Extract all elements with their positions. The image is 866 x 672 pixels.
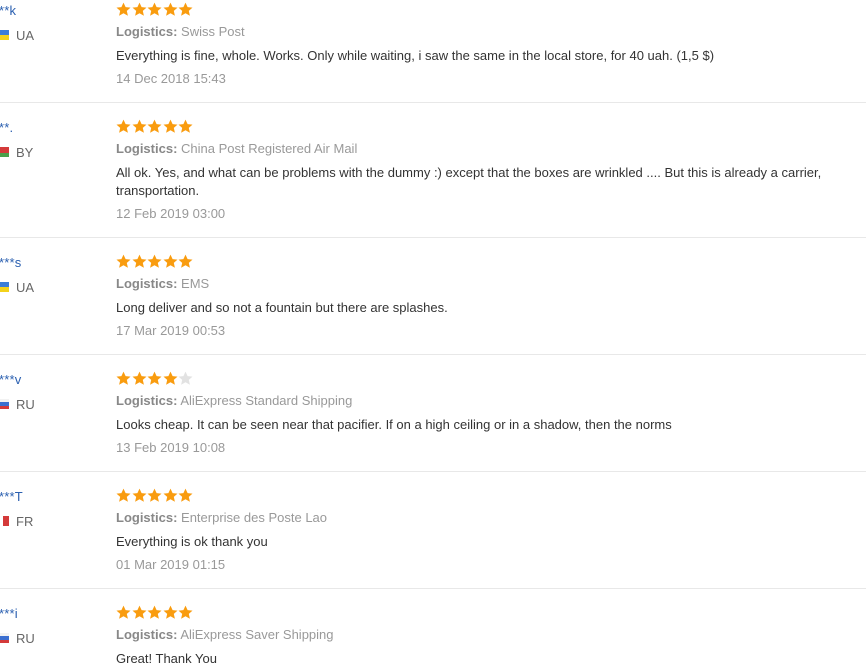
logistics-label: Logistics: xyxy=(116,510,178,525)
star-filled-icon xyxy=(116,488,131,503)
star-filled-icon xyxy=(132,254,147,269)
logistics-line: Logistics: China Post Registered Air Mai… xyxy=(116,141,357,157)
logistics-label: Logistics: xyxy=(116,276,178,291)
country-code: UA xyxy=(16,279,35,295)
review-date: 17 Mar 2019 00:53 xyxy=(116,323,226,338)
logistics-value: EMS xyxy=(181,276,210,291)
review-text: Looks cheap. It can be seen near that pa… xyxy=(116,417,672,432)
review-divider xyxy=(0,588,866,589)
reviewer-country: RU xyxy=(0,396,35,412)
flag-ua-icon xyxy=(0,30,9,40)
star-filled-icon xyxy=(163,254,178,269)
flag-ru-icon xyxy=(0,633,9,643)
reviewer-name[interactable]: **. xyxy=(0,120,13,136)
star-rating xyxy=(116,119,194,135)
reviewer-name[interactable]: ***T xyxy=(0,489,23,505)
star-filled-icon xyxy=(178,254,193,269)
reviewer-name[interactable]: ***i xyxy=(0,606,18,622)
star-filled-icon xyxy=(147,371,162,386)
flag-by-icon xyxy=(0,147,9,157)
star-filled-icon xyxy=(178,119,193,134)
star-filled-icon xyxy=(132,488,147,503)
star-filled-icon xyxy=(178,2,193,17)
reviewer-name[interactable]: ***s xyxy=(0,255,21,271)
reviewer-country: BY xyxy=(0,144,34,160)
country-code: UA xyxy=(16,27,35,43)
logistics-value: AliExpress Saver Shipping xyxy=(180,627,334,642)
flag-ua-icon xyxy=(0,282,9,292)
star-filled-icon xyxy=(116,119,131,134)
reviewer-country: FR xyxy=(0,513,34,529)
star-filled-icon xyxy=(132,119,147,134)
star-filled-icon xyxy=(147,605,162,620)
flag-fr-icon xyxy=(0,516,9,526)
review-text: All ok. Yes, and what can be problems wi… xyxy=(116,165,822,198)
country-code: BY xyxy=(16,144,34,160)
logistics-label: Logistics: xyxy=(116,24,178,39)
logistics-value: Swiss Post xyxy=(181,24,245,39)
star-rating xyxy=(116,371,194,387)
logistics-label: Logistics: xyxy=(116,393,178,408)
review-date: 13 Feb 2019 10:08 xyxy=(116,440,226,455)
review-text: Everything is ok thank you xyxy=(116,534,268,549)
star-rating xyxy=(116,2,194,18)
reviewer-country: RU xyxy=(0,630,35,646)
star-filled-icon xyxy=(163,371,178,386)
star-filled-icon xyxy=(116,2,131,17)
star-filled-icon xyxy=(116,371,131,386)
star-filled-icon xyxy=(132,371,147,386)
star-empty-icon xyxy=(178,371,193,386)
review-date: 12 Feb 2019 03:00 xyxy=(116,206,226,221)
flag-ru-icon xyxy=(0,399,9,409)
reviewer-name[interactable]: ***v xyxy=(0,372,21,388)
logistics-line: Logistics: Swiss Post xyxy=(116,24,245,40)
star-filled-icon xyxy=(147,2,162,17)
star-filled-icon xyxy=(163,488,178,503)
review-text: Great! Thank You xyxy=(116,651,217,666)
review-divider xyxy=(0,237,866,238)
star-filled-icon xyxy=(147,254,162,269)
logistics-line: Logistics: EMS xyxy=(116,276,209,292)
reviewer-name[interactable]: **k xyxy=(0,3,16,19)
star-filled-icon xyxy=(163,2,178,17)
star-rating xyxy=(116,605,194,621)
star-rating xyxy=(116,488,194,504)
star-filled-icon xyxy=(132,2,147,17)
review-divider xyxy=(0,102,866,103)
review-text: Everything is fine, whole. Works. Only w… xyxy=(116,48,715,63)
review-text: Long deliver and so not a fountain but t… xyxy=(116,300,448,315)
logistics-value: AliExpress Standard Shipping xyxy=(180,393,353,408)
review-divider xyxy=(0,471,866,472)
star-filled-icon xyxy=(132,605,147,620)
star-filled-icon xyxy=(116,605,131,620)
country-code: RU xyxy=(16,396,35,412)
logistics-line: Logistics: AliExpress Saver Shipping xyxy=(116,627,334,643)
review-date: 01 Mar 2019 01:15 xyxy=(116,557,226,572)
logistics-value: China Post Registered Air Mail xyxy=(181,141,358,156)
logistics-line: Logistics: AliExpress Standard Shipping xyxy=(116,393,352,409)
star-filled-icon xyxy=(147,488,162,503)
review-divider xyxy=(0,354,866,355)
reviewer-country: UA xyxy=(0,27,35,43)
star-filled-icon xyxy=(163,119,178,134)
star-filled-icon xyxy=(163,605,178,620)
star-filled-icon xyxy=(147,119,162,134)
star-filled-icon xyxy=(116,254,131,269)
review-list: **k UA Logistics: Swiss Post Everything … xyxy=(0,0,866,672)
logistics-line: Logistics: Enterprise des Poste Lao xyxy=(116,510,327,526)
logistics-label: Logistics: xyxy=(116,141,178,156)
review-date: 14 Dec 2018 15:43 xyxy=(116,71,226,86)
country-code: FR xyxy=(16,513,34,529)
country-code: RU xyxy=(16,630,35,646)
reviewer-country: UA xyxy=(0,279,35,295)
star-rating xyxy=(116,254,194,270)
logistics-label: Logistics: xyxy=(116,627,178,642)
star-filled-icon xyxy=(178,605,193,620)
logistics-value: Enterprise des Poste Lao xyxy=(181,510,328,525)
star-filled-icon xyxy=(178,488,193,503)
